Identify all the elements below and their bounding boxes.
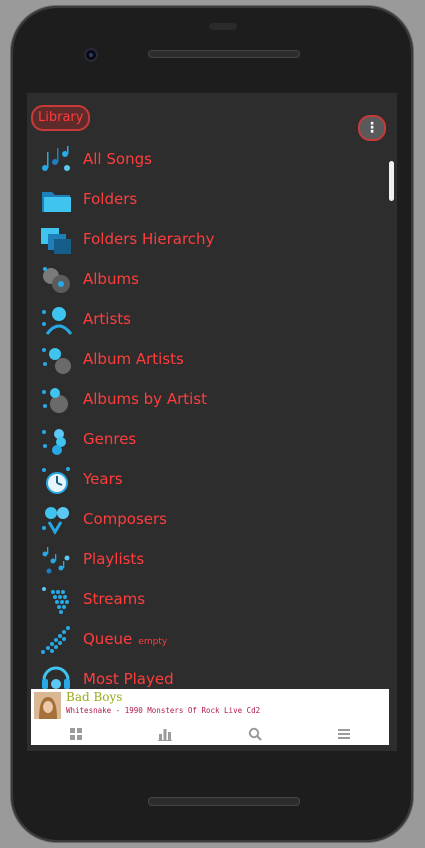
library-list: All Songs Folders Folders Hierarchy Albu… bbox=[27, 140, 387, 700]
bottom-speaker bbox=[148, 797, 300, 806]
earpiece-speaker bbox=[148, 50, 300, 58]
nav-menu-button[interactable] bbox=[300, 723, 390, 745]
list-item-playlists[interactable]: Playlists bbox=[27, 540, 387, 580]
item-label: Folders Hierarchy bbox=[83, 230, 215, 248]
page-title[interactable]: Library bbox=[31, 105, 91, 131]
more-vert-icon: ⋮ bbox=[365, 120, 379, 136]
list-item-composers[interactable]: Composers bbox=[27, 500, 387, 540]
item-label: Queue empty bbox=[83, 629, 167, 652]
now-playing-title: Bad Boys bbox=[66, 690, 123, 704]
music-notes-icon bbox=[42, 146, 70, 171]
bottom-navigation bbox=[31, 723, 389, 745]
search-icon bbox=[248, 727, 262, 741]
item-label: Artists bbox=[83, 310, 131, 328]
item-label: Album Artists bbox=[83, 350, 184, 368]
folder-hierarchy-icon bbox=[41, 228, 71, 254]
list-item-album-artists[interactable]: Album Artists bbox=[27, 340, 387, 380]
genre-icon bbox=[42, 429, 66, 455]
artist-icon bbox=[42, 307, 73, 335]
item-label: Playlists bbox=[83, 550, 145, 568]
list-item-streams[interactable]: Streams bbox=[27, 580, 387, 620]
bar-chart-icon bbox=[158, 729, 173, 741]
nav-library-button[interactable] bbox=[31, 723, 121, 745]
list-item-artists[interactable]: Artists bbox=[27, 300, 387, 340]
now-playing-subtitle: Whitesnake - 1990 Monsters Of Rock Live … bbox=[66, 706, 261, 715]
album-art-image bbox=[34, 692, 61, 719]
list-item-albums-by-artist[interactable]: Albums by Artist bbox=[27, 380, 387, 420]
item-label: All Songs bbox=[83, 150, 152, 168]
album-art[interactable] bbox=[34, 692, 61, 719]
queue-label: Queue bbox=[83, 630, 133, 648]
stream-icon bbox=[42, 587, 69, 614]
item-label: Folders bbox=[83, 190, 138, 208]
item-label: Albums by Artist bbox=[83, 390, 207, 408]
item-label: Composers bbox=[83, 510, 167, 528]
folder-icon bbox=[42, 192, 71, 212]
app-screen: Library ⋮ All Songs Folders Folders Hier… bbox=[27, 93, 397, 751]
item-label: Streams bbox=[83, 590, 146, 608]
album-artist-icon bbox=[42, 348, 71, 374]
menu-icon bbox=[338, 729, 351, 739]
album-icon bbox=[43, 267, 70, 293]
item-label: Albums bbox=[83, 270, 139, 288]
list-item-folders-hierarchy[interactable]: Folders Hierarchy bbox=[27, 220, 387, 260]
list-item-years[interactable]: Years bbox=[27, 460, 387, 500]
playlist-icon bbox=[42, 547, 70, 574]
proximity-sensor bbox=[209, 23, 237, 30]
item-label: Most Played bbox=[83, 670, 174, 688]
years-clock-icon bbox=[42, 467, 70, 494]
list-item-all-songs[interactable]: All Songs bbox=[27, 140, 387, 180]
now-playing-bar[interactable]: Bad Boys Whitesnake - 1990 Monsters Of R… bbox=[31, 689, 389, 745]
nav-stats-button[interactable] bbox=[121, 723, 211, 745]
scrollbar[interactable] bbox=[389, 161, 394, 201]
item-label: Years bbox=[83, 470, 123, 488]
list-item-folders[interactable]: Folders bbox=[27, 180, 387, 220]
overflow-menu-button[interactable]: ⋮ bbox=[358, 115, 386, 141]
composer-icon bbox=[42, 507, 69, 535]
front-camera bbox=[84, 48, 98, 62]
list-item-genres[interactable]: Genres bbox=[27, 420, 387, 460]
list-item-albums[interactable]: Albums bbox=[27, 260, 387, 300]
nav-search-button[interactable] bbox=[210, 723, 300, 745]
item-label: Genres bbox=[83, 430, 137, 448]
queue-icon bbox=[41, 626, 70, 654]
grid-icon bbox=[69, 728, 82, 740]
list-item-queue[interactable]: Queue empty bbox=[27, 620, 387, 660]
queue-empty-badge: empty bbox=[138, 637, 168, 647]
albums-by-artist-icon bbox=[42, 388, 68, 413]
